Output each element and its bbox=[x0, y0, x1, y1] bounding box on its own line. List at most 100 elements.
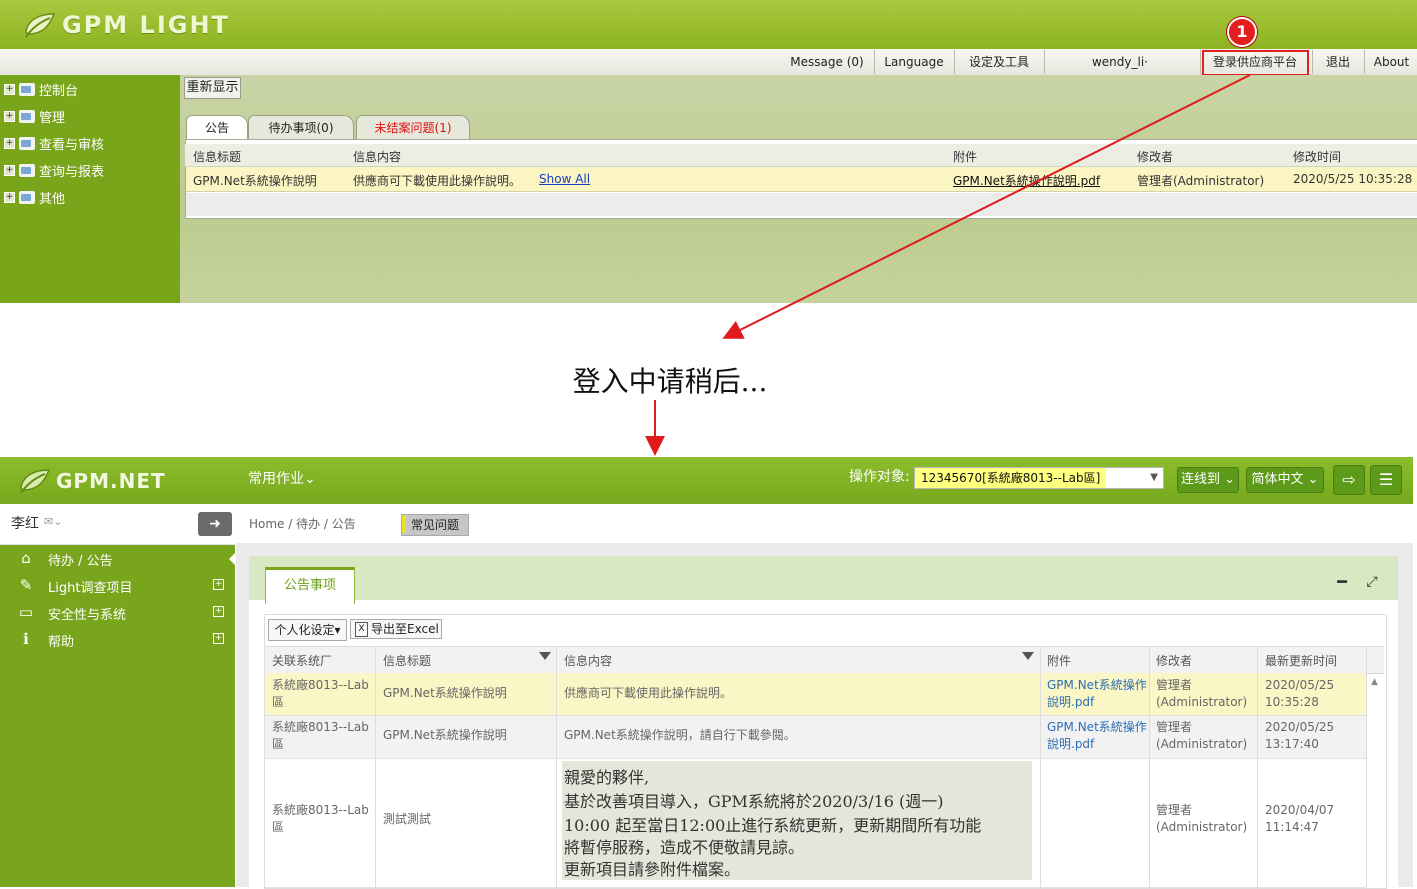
monitor-icon: ▭ bbox=[18, 603, 34, 621]
menu-item-other[interactable]: + 其他 bbox=[4, 187, 65, 207]
dropdown-caret-icon: ▼ bbox=[1150, 472, 1158, 483]
user-name: 李红 bbox=[11, 516, 39, 532]
caret-down-icon: ▾ bbox=[334, 623, 341, 637]
notice-line: 親愛的夥伴, bbox=[564, 768, 650, 787]
cell-modifier: 管理者(Administrator) bbox=[1156, 678, 1248, 709]
column-divider bbox=[1257, 646, 1258, 887]
home-icon: ⌂ bbox=[21, 549, 31, 567]
cell-time: 2020/5/25 10:35:28 bbox=[1293, 172, 1413, 186]
gpm-net-logo: GPM.NET bbox=[16, 466, 166, 496]
column-header-modifier[interactable]: 修改者 bbox=[1156, 652, 1192, 669]
active-indicator bbox=[229, 552, 236, 566]
column-header-title[interactable]: 信息标题 bbox=[383, 652, 431, 669]
collapse-sidebar-icon[interactable]: ➜ bbox=[198, 512, 232, 536]
column-header-content[interactable]: 信息内容 bbox=[564, 652, 612, 669]
column-header-factory[interactable]: 关联系统厂 bbox=[272, 652, 332, 669]
attachment-link[interactable]: GPM.Net系統操作說明.pdf bbox=[953, 172, 1100, 189]
language-button[interactable]: 简体中文 ⌄ bbox=[1246, 467, 1324, 493]
expand-icon[interactable]: + bbox=[4, 164, 15, 176]
expand-arrows-icon[interactable]: ⤢ bbox=[1360, 570, 1384, 594]
column-header-attachment[interactable]: 附件 bbox=[1047, 652, 1071, 669]
column-header-time: 修改时间 bbox=[1293, 150, 1342, 164]
notice-line: 將暫停服務，造成不便敬請見諒。 bbox=[564, 838, 805, 857]
panel-header bbox=[249, 556, 1398, 600]
info-icon: ℹ bbox=[23, 630, 29, 648]
language-link[interactable]: Language bbox=[874, 50, 953, 74]
menu-item-label: 查询与报表 bbox=[39, 164, 105, 180]
column-header-content: 信息内容 bbox=[353, 150, 402, 164]
column-header-attachment: 附件 bbox=[953, 150, 978, 164]
export-excel-label: 导出至Excel bbox=[371, 622, 439, 636]
logo-text: GPM LIGHT bbox=[62, 11, 230, 39]
filter-icon[interactable] bbox=[539, 652, 551, 660]
breadcrumb[interactable]: Home / 待办 / 公告 bbox=[249, 515, 356, 532]
operation-target-value: 12345670[系統廠8013--Lab區] bbox=[915, 468, 1107, 488]
grid-footer bbox=[186, 193, 1417, 216]
menu-item-console[interactable]: + 控制台 bbox=[4, 79, 78, 99]
expand-icon[interactable]: + bbox=[4, 137, 15, 149]
cell-content: 供應商可下載使用此操作說明。 bbox=[353, 174, 522, 188]
scroll-up-icon[interactable]: ▲ bbox=[1371, 677, 1378, 687]
expand-icon[interactable]: + bbox=[213, 579, 224, 590]
tab-todo[interactable]: 待办事项(0) bbox=[248, 115, 354, 140]
operation-target-label: 操作对象: bbox=[849, 469, 910, 485]
expand-icon[interactable]: + bbox=[213, 606, 224, 617]
column-header-title: 信息标题 bbox=[193, 150, 242, 164]
personalize-button[interactable]: 个人化设定▾ bbox=[268, 619, 347, 641]
folder-icon bbox=[19, 136, 35, 150]
cell-factory: 系統廠8013--Lab區 bbox=[272, 803, 369, 834]
sidebar-item-security[interactable]: ▭ 安全性与系统 + bbox=[0, 599, 235, 625]
expand-icon[interactable]: + bbox=[4, 83, 15, 95]
leaf-logo-icon bbox=[20, 469, 51, 494]
menu-item-reports[interactable]: + 查询与报表 bbox=[4, 160, 104, 180]
cell-updated: 2020/05/25 10:35:28 bbox=[1265, 678, 1335, 709]
notice-line: 更新項目請參附件檔案。 bbox=[564, 860, 741, 879]
current-user-label: wendy_li· bbox=[1044, 50, 1195, 74]
common-tasks-menu[interactable]: 常用作业⌄ bbox=[248, 468, 316, 488]
attachment-link[interactable]: GPM.Net系統操作說明.pdf bbox=[1047, 677, 1147, 711]
menu-item-label: 其他 bbox=[39, 191, 66, 207]
hamburger-menu-icon[interactable]: ☰ bbox=[1370, 465, 1402, 495]
language-label: 简体中文 bbox=[1251, 472, 1304, 487]
sidebar-item-help[interactable]: ℹ 帮助 + bbox=[0, 626, 235, 652]
logout-link[interactable]: 退出 bbox=[1312, 50, 1363, 74]
menu-item-label: 管理 bbox=[39, 110, 66, 126]
sidebar-item-label: 待办 / 公告 bbox=[48, 554, 113, 569]
logout-icon[interactable]: ⇨ bbox=[1333, 465, 1365, 495]
filter-icon[interactable] bbox=[1022, 652, 1034, 660]
notice-line: 基於改善項目導入，GPM系統將於2020/3/16 (週一) bbox=[564, 792, 944, 811]
tab-open-issues[interactable]: 未结案问题(1) bbox=[356, 115, 470, 140]
tab-announcements[interactable]: 公告事项 bbox=[265, 567, 355, 604]
about-link[interactable]: About bbox=[1364, 50, 1417, 74]
folder-icon bbox=[19, 163, 35, 177]
expand-icon[interactable]: + bbox=[4, 110, 15, 122]
column-header-updated[interactable]: 最新更新时间 bbox=[1265, 652, 1337, 669]
operation-target-select[interactable]: 12345670[系統廠8013--Lab區] ▼ bbox=[914, 467, 1164, 489]
settings-tools-link[interactable]: 设定及工具 bbox=[954, 50, 1043, 74]
menu-item-manage[interactable]: + 管理 bbox=[4, 106, 65, 126]
sidebar-item-label: 安全性与系统 bbox=[48, 608, 127, 623]
connect-to-label: 连线到 bbox=[1180, 472, 1220, 487]
faq-button[interactable]: 常见问题 bbox=[401, 514, 469, 536]
gpm-light-logo: GPM LIGHT bbox=[22, 8, 230, 42]
sidebar-item-todo[interactable]: ⌂ 待办 / 公告 bbox=[0, 545, 235, 571]
cell-content: GPM.Net系統操作說明，請自行下載參閱。 bbox=[564, 728, 796, 742]
sidebar-item-light-survey[interactable]: ✎ Light调查项目 + bbox=[0, 572, 235, 598]
export-excel-button[interactable]: X 导出至Excel bbox=[350, 619, 442, 639]
expand-icon[interactable]: + bbox=[4, 191, 15, 203]
minimize-icon[interactable]: ━ bbox=[1330, 570, 1354, 594]
expand-icon[interactable]: + bbox=[213, 633, 224, 644]
loading-message: 登入中请稍后... bbox=[572, 365, 768, 398]
menu-item-review[interactable]: + 查看与审核 bbox=[4, 133, 104, 153]
column-divider bbox=[1040, 646, 1041, 887]
connect-to-button[interactable]: 连线到 ⌄ bbox=[1177, 467, 1239, 493]
show-all-link[interactable]: Show All bbox=[539, 172, 590, 186]
mail-icon[interactable]: ✉⌄ bbox=[44, 515, 62, 528]
tab-announcement[interactable]: 公告 bbox=[186, 115, 248, 140]
message-link[interactable]: Message (0) bbox=[786, 50, 868, 74]
refresh-button[interactable]: 重新显示 bbox=[184, 77, 241, 99]
excel-icon: X bbox=[355, 621, 368, 637]
folder-icon bbox=[19, 190, 35, 204]
faq-marker bbox=[402, 515, 406, 533]
attachment-link[interactable]: GPM.Net系統操作說明.pdf bbox=[1047, 719, 1147, 753]
